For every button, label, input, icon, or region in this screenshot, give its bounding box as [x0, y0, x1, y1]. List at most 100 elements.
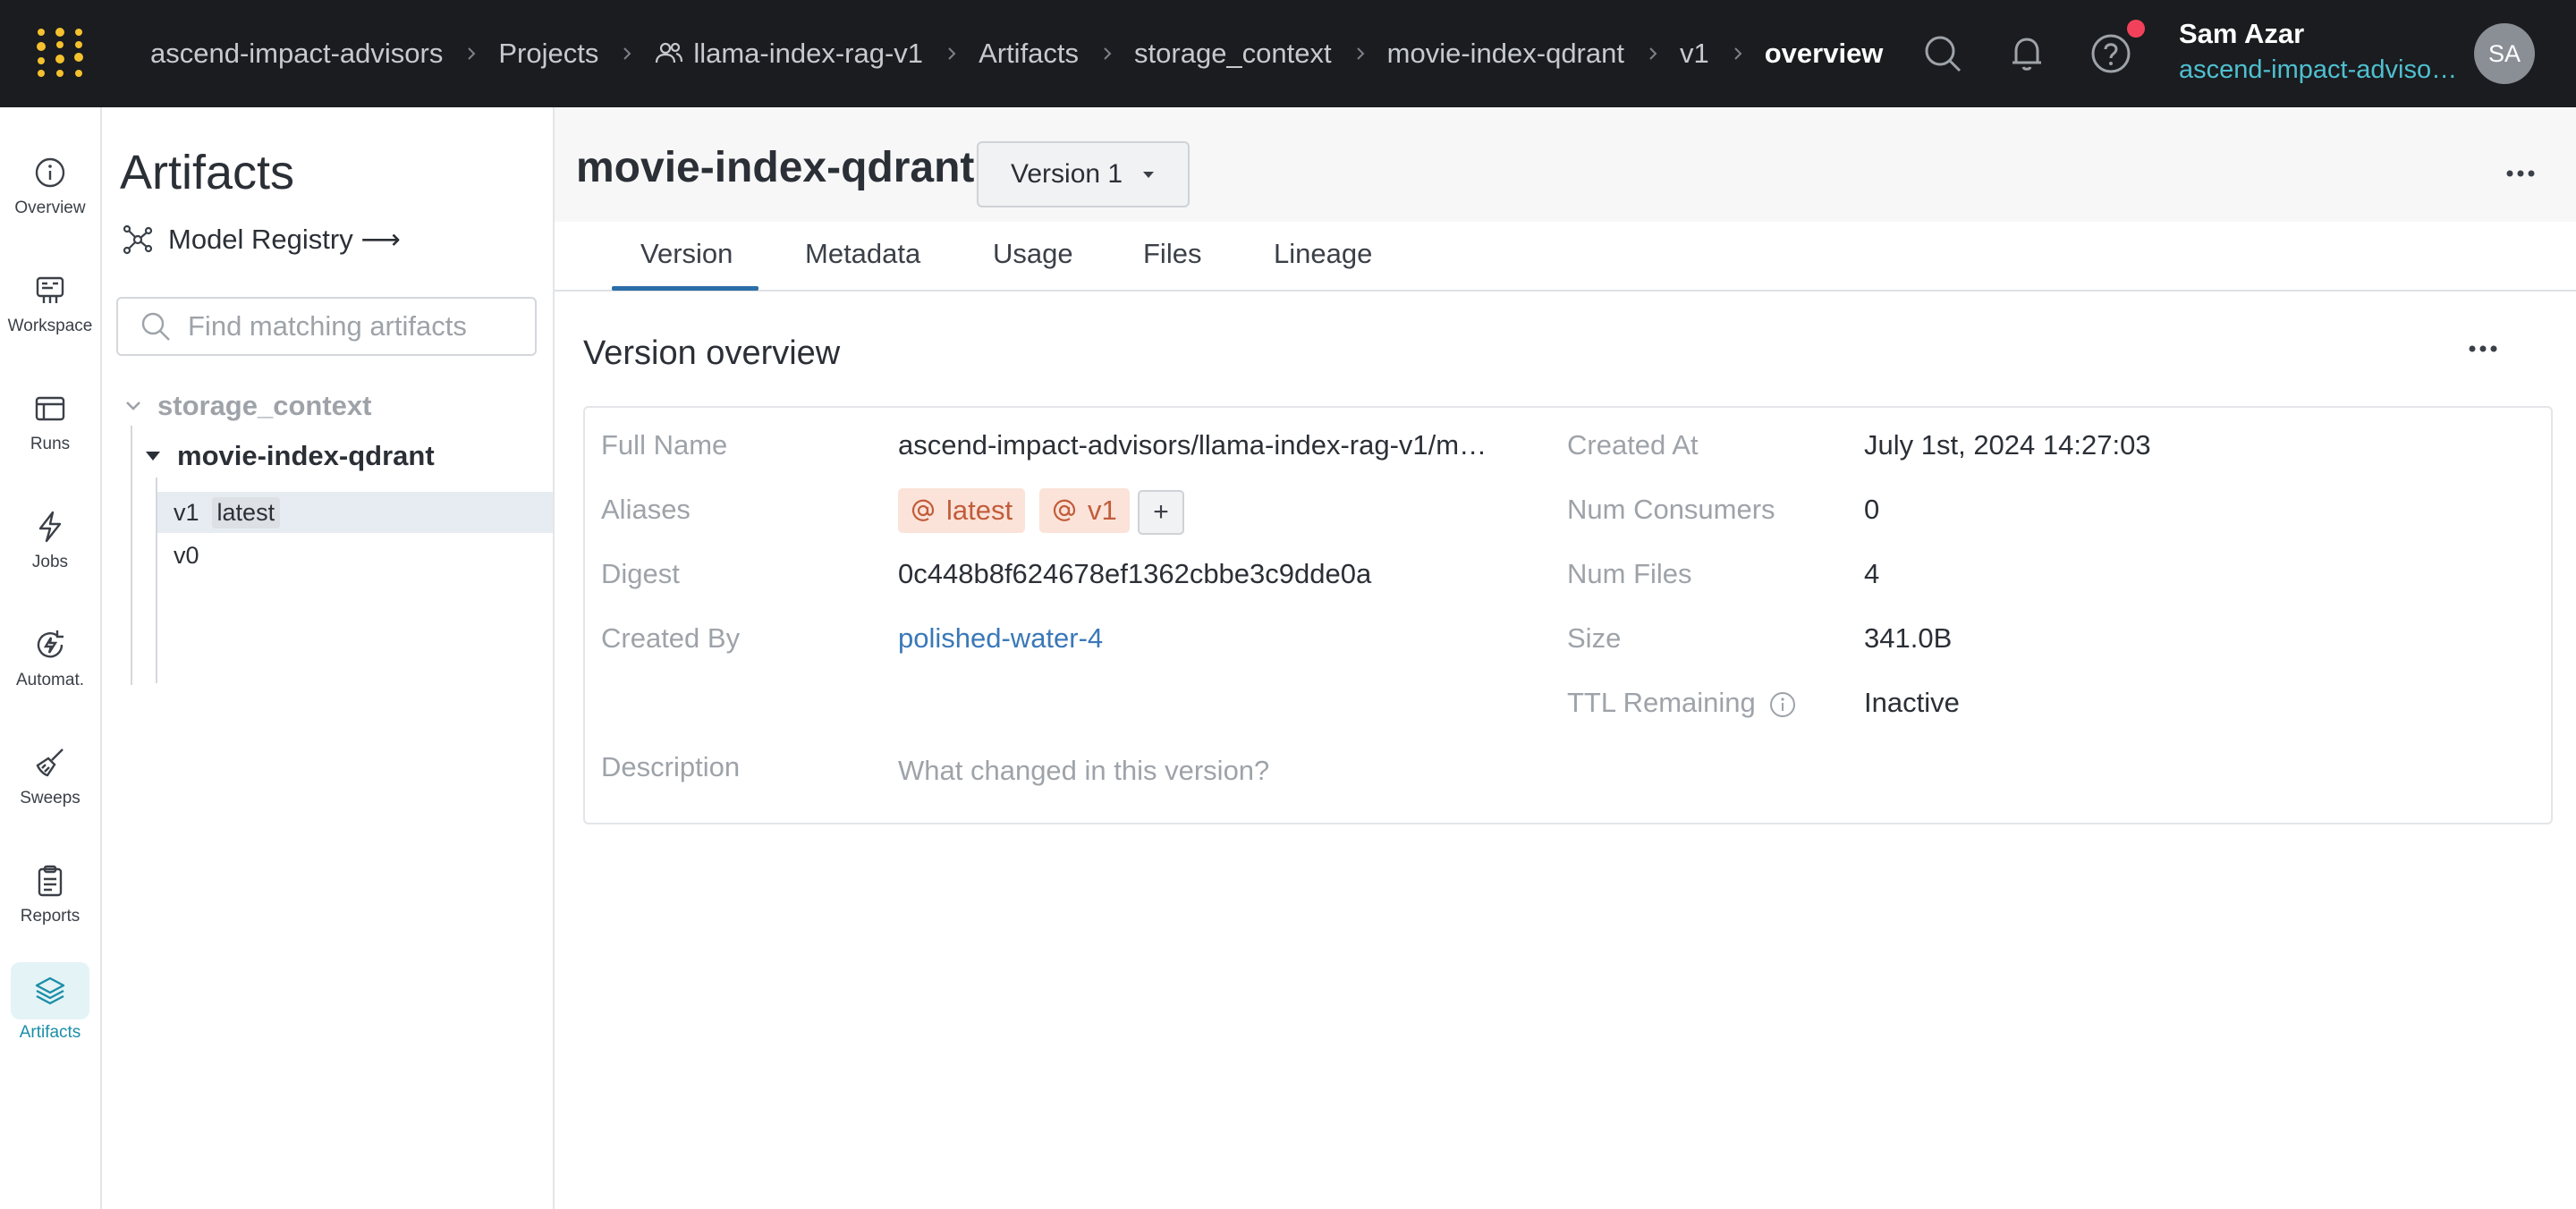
nav-item-artifacts[interactable]: Artifacts: [0, 957, 100, 1057]
tree-version-v1[interactable]: v1 latest: [157, 492, 553, 533]
chevron-down-icon[interactable]: [123, 396, 143, 416]
alias-tag-latest[interactable]: latest: [898, 488, 1026, 533]
version-select[interactable]: Version 1: [977, 141, 1190, 207]
tab-usage[interactable]: Usage: [993, 238, 1073, 270]
ttl-remaining-value: Inactive: [1864, 687, 1960, 718]
version-number: v0: [174, 541, 199, 569]
workspace-icon: [36, 276, 64, 303]
search-icon: [141, 312, 170, 341]
chevron-right-icon: [623, 47, 631, 60]
tab-lineage[interactable]: Lineage: [1274, 238, 1372, 270]
nav-item-reports[interactable]: Reports: [0, 844, 100, 944]
help-icon[interactable]: [2088, 30, 2134, 77]
user-org[interactable]: ascend-impact-adviso…: [2179, 55, 2457, 85]
breadcrumb-projects[interactable]: Projects: [498, 38, 598, 70]
nav-item-jobs[interactable]: Jobs: [0, 490, 100, 590]
breadcrumb-artifacts[interactable]: Artifacts: [979, 38, 1079, 70]
chevron-right-icon: [1649, 47, 1657, 60]
at-sign-icon: [911, 499, 935, 521]
breadcrumb-artifact[interactable]: movie-index-qdrant: [1387, 38, 1624, 70]
bell-icon[interactable]: [2004, 30, 2050, 77]
nav-label: Reports: [20, 907, 80, 926]
nav-item-sweeps[interactable]: Sweeps: [0, 726, 100, 826]
broom-icon: [36, 748, 64, 777]
created-by-link[interactable]: polished-water-4: [898, 622, 1103, 655]
breadcrumb-project-label: llama-index-rag-v1: [693, 38, 924, 69]
created-by-label: Created By: [601, 622, 741, 654]
breadcrumb: ascend-impact-advisors Projects llama-in…: [150, 0, 1883, 107]
breadcrumb-artifact-type[interactable]: storage_context: [1134, 38, 1332, 70]
aliases-label: Aliases: [601, 494, 691, 525]
caret-down-icon: [1143, 172, 1155, 178]
version-overview-card: Full Name ascend-impact-advisors/llama-i…: [583, 406, 2553, 824]
section-title: Version overview: [583, 334, 841, 372]
nav-item-automations[interactable]: Automat.: [0, 608, 100, 708]
nav-label: Sweeps: [20, 789, 80, 807]
info-icon: [35, 157, 65, 188]
chevron-right-icon: [948, 47, 956, 60]
nav-label: Workspace: [7, 317, 93, 335]
active-tab-indicator: [612, 286, 758, 291]
nav-label: Overview: [14, 199, 86, 217]
full-name-label: Full Name: [601, 429, 728, 461]
nav-item-overview[interactable]: Overview: [0, 136, 100, 236]
tree-artifact-type[interactable]: storage_context: [123, 390, 371, 422]
tree-collection[interactable]: movie-index-qdrant: [143, 440, 435, 472]
chevron-right-icon: [1734, 47, 1742, 60]
breadcrumb-project[interactable]: llama-index-rag-v1: [654, 38, 923, 70]
page-title: movie-index-qdrant: [576, 144, 975, 191]
created-at-label: Created At: [1567, 429, 1699, 461]
chevron-right-icon: [1356, 47, 1365, 60]
tab-files[interactable]: Files: [1143, 238, 1201, 270]
nav-active-highlight: [11, 962, 89, 1019]
model-registry-link[interactable]: Model Registry ⟶: [122, 224, 401, 256]
tab-bar: Version Metadata Usage Files Lineage: [555, 222, 2576, 292]
tree-version-v0[interactable]: v0: [157, 535, 553, 576]
top-bar: ascend-impact-advisors Projects llama-in…: [0, 0, 2576, 107]
registry-graph-icon: [123, 224, 153, 255]
version-tag: latest: [211, 496, 281, 528]
tree-guide-line: [131, 426, 132, 685]
sidebar-title: Artifacts: [120, 146, 295, 199]
ttl-remaining-text: TTL Remaining: [1567, 687, 1756, 718]
digest-value[interactable]: 0c448b8f624678ef1362cbbe3c9dde0a: [898, 558, 1371, 590]
nav-label: Runs: [30, 435, 71, 453]
created-at-value: July 1st, 2024 14:27:03: [1864, 429, 2151, 461]
artifacts-sidebar: Artifacts Model Registry ⟶ storage_conte…: [102, 107, 555, 1209]
clipboard-icon: [38, 865, 63, 897]
breadcrumb-entity[interactable]: ascend-impact-advisors: [150, 38, 443, 70]
nav-item-workspace[interactable]: Workspace: [0, 254, 100, 354]
full-name-value[interactable]: ascend-impact-advisors/llama-index-rag-v…: [898, 429, 1487, 461]
chevron-right-icon: [468, 47, 476, 60]
search-icon[interactable]: [1919, 30, 1966, 77]
breadcrumb-version[interactable]: v1: [1680, 38, 1709, 70]
avatar[interactable]: SA: [2474, 23, 2535, 84]
artifact-search-box[interactable]: [116, 297, 537, 356]
description-field[interactable]: What changed in this version?: [898, 755, 1269, 787]
team-icon: [656, 42, 683, 63]
num-files-value: 4: [1864, 558, 1880, 589]
tab-metadata[interactable]: Metadata: [805, 238, 920, 270]
breadcrumb-current: overview: [1764, 38, 1884, 69]
chevron-right-icon: [1104, 47, 1112, 60]
alias-tag-v1[interactable]: v1: [1039, 488, 1130, 533]
caret-down-icon[interactable]: [143, 446, 163, 466]
num-consumers-label: Num Consumers: [1567, 494, 1775, 525]
artifact-search-input[interactable]: [188, 310, 510, 342]
user-name[interactable]: Sam Azar: [2179, 18, 2304, 50]
nav-item-runs[interactable]: Runs: [0, 372, 100, 472]
more-options-icon[interactable]: [2465, 340, 2501, 358]
model-registry-label: Model Registry ⟶: [168, 224, 401, 255]
tree-collection-label: movie-index-qdrant: [177, 440, 435, 471]
wandb-logo-icon[interactable]: [32, 25, 88, 80]
tree-artifact-type-label: storage_context: [157, 390, 372, 421]
size-value: 341.0B: [1864, 622, 1953, 654]
automation-icon: [37, 630, 64, 658]
nav-label: Automat.: [15, 671, 85, 689]
num-consumers-value: 0: [1864, 494, 1880, 525]
artifact-header: movie-index-qdrant Version 1: [555, 107, 2576, 222]
info-icon[interactable]: [1768, 690, 1797, 719]
add-alias-button[interactable]: +: [1138, 490, 1184, 535]
tab-version[interactable]: Version: [640, 238, 733, 270]
more-options-icon[interactable]: [2503, 165, 2538, 182]
